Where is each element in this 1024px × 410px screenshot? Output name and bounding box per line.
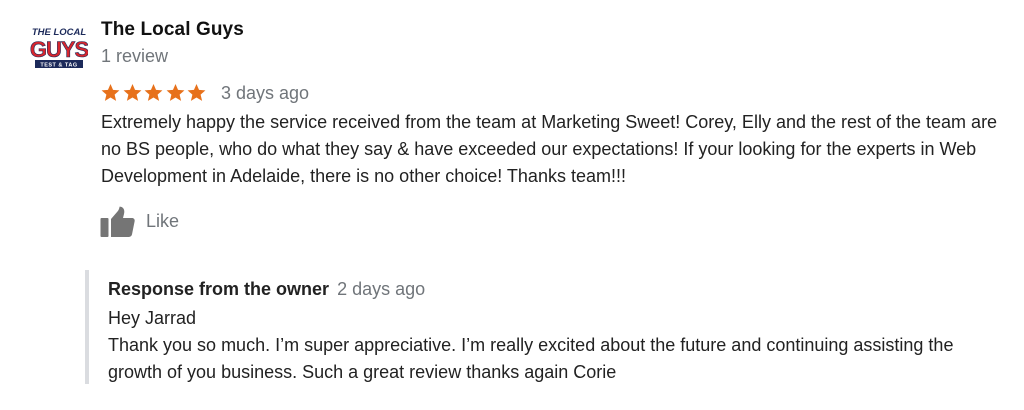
logo-text-bottom: TEST & TAG bbox=[40, 63, 77, 69]
response-body: Hey Jarrad Thank you so much. I’m super … bbox=[108, 305, 998, 386]
thumbs-up-icon bbox=[100, 206, 135, 237]
logo-text-main: GUYS bbox=[30, 37, 88, 62]
review-card: THE LOCAL GUYS TEST & TAG The Local Guys… bbox=[0, 0, 1024, 410]
star-icon bbox=[101, 83, 120, 101]
star-icon bbox=[144, 83, 163, 101]
response-text: Thank you so much. I’m super appreciativ… bbox=[108, 335, 954, 382]
star-icon bbox=[166, 83, 185, 101]
reviewer-name[interactable]: The Local Guys bbox=[101, 19, 244, 41]
response-header: Response from the owner 2 days ago bbox=[108, 279, 425, 300]
review-date: 3 days ago bbox=[220, 82, 310, 103]
response-date: 2 days ago bbox=[337, 279, 426, 299]
reviewer-review-count[interactable]: 1 review bbox=[101, 46, 168, 67]
rating-row: 3 days ago bbox=[100, 80, 309, 104]
like-button[interactable]: Like bbox=[100, 206, 179, 237]
response-greeting: Hey Jarrad bbox=[108, 308, 197, 328]
owner-response: Response from the owner 2 days ago Hey J… bbox=[85, 270, 1009, 384]
like-label: Like bbox=[146, 211, 180, 231]
star-icon bbox=[123, 83, 142, 101]
business-logo-icon[interactable]: THE LOCAL GUYS TEST & TAG bbox=[30, 24, 88, 70]
star-rating bbox=[100, 82, 208, 103]
star-icon bbox=[187, 83, 206, 101]
response-title: Response from the owner bbox=[108, 279, 330, 299]
review-text: Extremely happy the service received fro… bbox=[101, 112, 998, 186]
